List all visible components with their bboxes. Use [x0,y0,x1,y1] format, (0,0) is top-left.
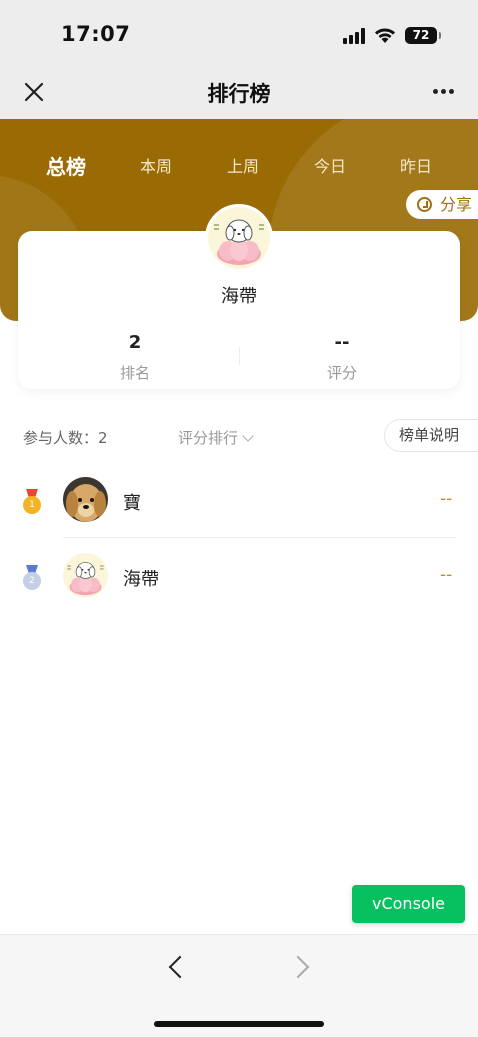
avatar [63,477,108,522]
row-score: -- [440,489,453,509]
vconsole-button[interactable]: vConsole [352,885,465,923]
tab-today[interactable]: 今日 [314,153,346,177]
list-item[interactable]: 1 寶 -- [0,462,478,538]
gold-medal-icon: 1 [23,489,41,514]
avatar [63,553,108,598]
participants-count: 参与人数：2 [23,429,108,447]
share-label: 分享 [440,195,473,214]
row-score: -- [440,565,453,585]
rules-button[interactable]: 榜单说明 [384,419,478,452]
rank-label: 排名 [119,364,150,382]
nav-bar: 排行榜 [0,66,478,119]
tab-this-week[interactable]: 本周 [140,153,172,177]
silver-medal-icon: 2 [23,565,41,590]
score-value: -- [334,332,350,353]
divider [239,347,240,365]
share-icon [417,197,432,212]
page-title: 排行榜 [207,82,271,106]
chevron-down-icon [242,430,254,442]
home-indicator[interactable] [154,1021,324,1027]
sort-dropdown[interactable]: 评分排行 [178,427,254,448]
bottom-toolbar [0,934,478,1037]
forward-arrow-icon[interactable] [286,955,310,979]
score-label: 评分 [326,364,357,382]
battery-icon: 72 [405,27,441,44]
sort-label: 评分排行 [178,429,239,447]
status-bar: 17:07 72 [0,0,478,66]
signal-icon [343,28,369,44]
avatar [205,204,273,272]
tab-yesterday[interactable]: 昨日 [400,153,432,177]
row-name: 寶 [123,493,141,514]
tab-last-week[interactable]: 上周 [227,153,259,177]
more-icon[interactable] [430,88,458,96]
tab-overall[interactable]: 总榜 [46,151,86,180]
row-name: 海帶 [123,569,159,590]
share-button[interactable]: 分享 [406,190,478,219]
rank-value: 2 [128,332,142,353]
status-time: 17:07 [61,22,131,46]
list-item[interactable]: 2 海帶 -- [0,538,478,614]
profile-name: 海帶 [221,286,257,307]
wifi-icon [375,28,395,43]
back-arrow-icon[interactable] [168,955,192,979]
